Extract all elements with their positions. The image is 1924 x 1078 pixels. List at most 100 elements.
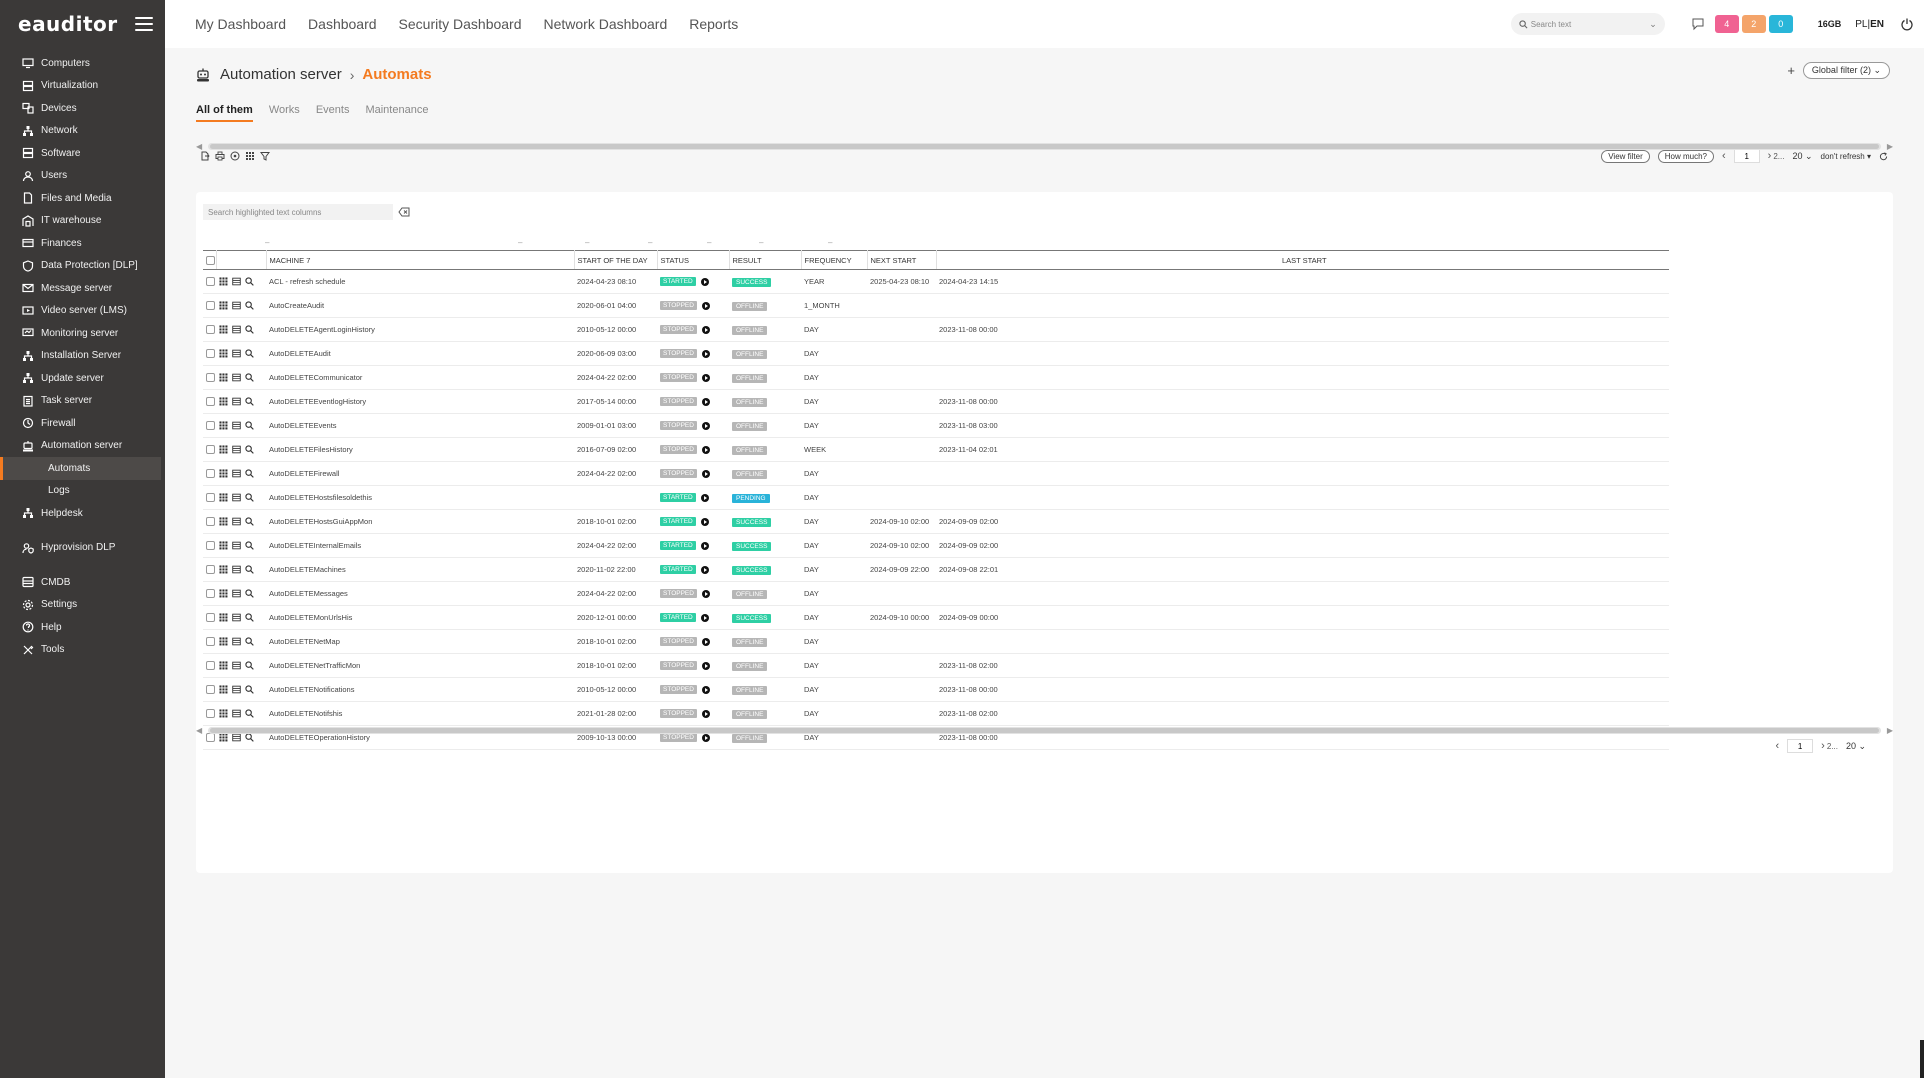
row-checkbox[interactable] [206,493,215,503]
details-icon[interactable] [232,277,241,286]
play-icon[interactable] [700,493,709,502]
search-icon[interactable] [245,709,254,718]
tab-events[interactable]: Events [316,104,350,122]
sidebar-item-message-server[interactable]: Message server [0,277,165,300]
bottom-page-next[interactable]: 2... [1827,742,1838,751]
filter-dash[interactable]: – [828,238,832,247]
sidebar-item-tools[interactable]: Tools [0,639,165,662]
tab-all-of-them[interactable]: All of them [196,104,253,122]
search-icon[interactable] [245,565,254,574]
details-icon[interactable] [232,397,241,406]
row-checkbox[interactable] [206,637,215,647]
filter-icon[interactable] [260,151,270,161]
table-row[interactable]: AutoDELETENotifications 2010-05-12 00:00… [203,677,1669,702]
row-checkbox[interactable] [206,685,215,695]
header-next-start[interactable]: NEXT START [867,250,937,270]
scroll-left-icon[interactable]: ◀ [196,726,202,735]
grid-icon[interactable] [219,517,228,526]
sidebar-item-computers[interactable]: Computers [0,52,165,75]
sidebar-item-hyprovision-dlp[interactable]: Hyprovision DLP [0,537,165,560]
grid-icon[interactable] [219,661,228,670]
sidebar-subitem-automats[interactable]: Automats [0,457,161,480]
grid-icon[interactable] [219,469,228,478]
breadcrumb-parent[interactable]: Automation server [220,66,342,83]
chevron-left-icon[interactable]: ‹ [1775,740,1779,752]
cell-machine[interactable]: AutoDELETEFilesHistory [266,437,574,462]
scroll-track[interactable] [208,142,1881,150]
export-icon[interactable] [200,151,210,161]
table-search-input[interactable]: Search highlighted text columns [203,204,393,220]
sidebar-item-automation-server[interactable]: Automation server [0,435,165,458]
details-icon[interactable] [232,637,241,646]
row-checkbox[interactable] [206,325,215,335]
search-icon[interactable] [245,685,254,694]
play-icon[interactable] [700,277,709,286]
table-row[interactable]: AutoCreateAudit 2020-06-01 04:00 STOPPED… [203,293,1669,318]
header-machine[interactable]: MACHINE 7 [266,250,575,270]
table-row[interactable]: AutoDELETEAgentLoginHistory 2010-05-12 0… [203,317,1669,342]
grid-icon[interactable] [219,493,228,502]
grid-icon[interactable] [219,421,228,430]
grid-icon[interactable] [219,613,228,622]
search-icon[interactable] [245,421,254,430]
search-icon[interactable] [245,613,254,622]
alert-badge-critical[interactable]: 4 [1714,15,1739,33]
sidebar-item-files-and-media[interactable]: Files and Media [0,187,165,210]
grid-icon[interactable] [219,637,228,646]
details-icon[interactable] [232,349,241,358]
top-search-input[interactable]: Search text ⌄ [1510,13,1665,35]
details-icon[interactable] [232,373,241,382]
refresh-select[interactable]: don't refresh ▾ [1821,152,1871,161]
alert-badge-warning[interactable]: 2 [1741,15,1766,33]
grid-icon[interactable] [219,565,228,574]
lang-en[interactable]: EN [1870,19,1884,30]
filter-dash[interactable]: – [518,238,522,247]
play-icon[interactable] [701,397,710,406]
app-logo[interactable]: eauditor [18,12,118,36]
sidebar-item-help[interactable]: Help [0,616,165,639]
row-checkbox[interactable] [206,613,215,623]
table-row[interactable]: AutoDELETEAudit 2020-06-09 03:00 STOPPED… [203,341,1669,366]
topnav-dashboard[interactable]: Dashboard [308,16,377,32]
search-icon[interactable] [245,541,254,550]
cell-machine[interactable]: AutoDELETEHostsGuiAppMon [266,509,574,534]
lang-pl[interactable]: PL [1855,19,1867,30]
cell-machine[interactable]: AutoDELETEAudit [266,341,574,366]
row-checkbox[interactable] [206,301,215,311]
settings-circle-icon[interactable] [230,151,240,161]
scroll-right-icon[interactable]: ▶ [1887,726,1893,735]
details-icon[interactable] [232,565,241,574]
play-icon[interactable] [701,421,710,430]
sidebar-item-helpdesk[interactable]: Helpdesk [0,502,165,525]
table-row[interactable]: AutoDELETEMachines 2020-11-02 22:00 STAR… [203,557,1669,582]
cell-machine[interactable]: AutoDELETEFirewall [266,461,574,486]
grid-icon[interactable] [219,685,228,694]
sidebar-item-data-protection-dlp[interactable]: Data Protection [DLP] [0,255,165,278]
cell-machine[interactable]: AutoDELETEAgentLoginHistory [266,317,574,342]
sidebar-item-virtualization[interactable]: Virtualization [0,75,165,98]
cell-machine[interactable]: ACL - refresh schedule [266,269,574,294]
search-icon[interactable] [245,301,254,310]
search-icon[interactable] [245,277,254,286]
table-row[interactable]: AutoDELETEEventlogHistory 2017-05-14 00:… [203,389,1669,414]
chevron-right-icon[interactable]: › [1821,740,1825,752]
row-checkbox[interactable] [206,469,215,479]
play-icon[interactable] [701,589,710,598]
details-icon[interactable] [232,685,241,694]
chat-icon[interactable] [1691,17,1705,31]
per-page-select[interactable]: 20 ⌄ [1792,151,1812,162]
play-icon[interactable] [700,517,709,526]
details-icon[interactable] [232,661,241,670]
search-icon[interactable] [245,637,254,646]
scroll-left-icon[interactable]: ◀ [196,142,202,151]
header-frequency[interactable]: FREQUENCY [801,250,868,270]
header-start-of-day[interactable]: START OF THE DAY [574,250,658,270]
tab-works[interactable]: Works [269,104,300,122]
filter-dash[interactable]: – [648,238,652,247]
table-row[interactable]: AutoDELETENetMap 2018-10-01 02:00 STOPPE… [203,629,1669,654]
play-icon[interactable] [701,469,710,478]
row-checkbox[interactable] [206,373,215,383]
play-icon[interactable] [701,445,710,454]
bottom-per-page-select[interactable]: 20 ⌄ [1846,741,1866,752]
header-result[interactable]: RESULT [729,250,802,270]
